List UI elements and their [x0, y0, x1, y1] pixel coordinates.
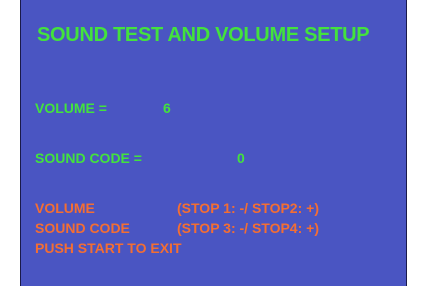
volume-value: 6	[163, 100, 171, 116]
volume-label: VOLUME =	[35, 100, 107, 116]
sound-code-help-keys: (STOP 3: -/ STOP4: +)	[177, 220, 319, 236]
volume-help-line: VOLUME (STOP 1: -/ STOP2: +)	[35, 198, 319, 218]
exit-instruction: PUSH START TO EXIT	[35, 240, 182, 256]
volume-help-keys: (STOP 1: -/ STOP2: +)	[177, 200, 319, 216]
page-title: SOUND TEST AND VOLUME SETUP	[37, 24, 370, 46]
sound-code-help-line: SOUND CODE (STOP 3: -/ STOP4: +)	[35, 218, 319, 238]
sound-code-row: SOUND CODE = 0	[35, 150, 245, 166]
volume-row: VOLUME = 6	[35, 100, 171, 116]
sound-code-help-label: SOUND CODE	[35, 220, 130, 236]
sound-code-value: 0	[237, 150, 245, 166]
sound-code-label: SOUND CODE =	[35, 150, 142, 166]
volume-help-label: VOLUME	[35, 200, 95, 216]
sound-test-screen: SOUND TEST AND VOLUME SETUP VOLUME = 6 S…	[20, 0, 407, 286]
